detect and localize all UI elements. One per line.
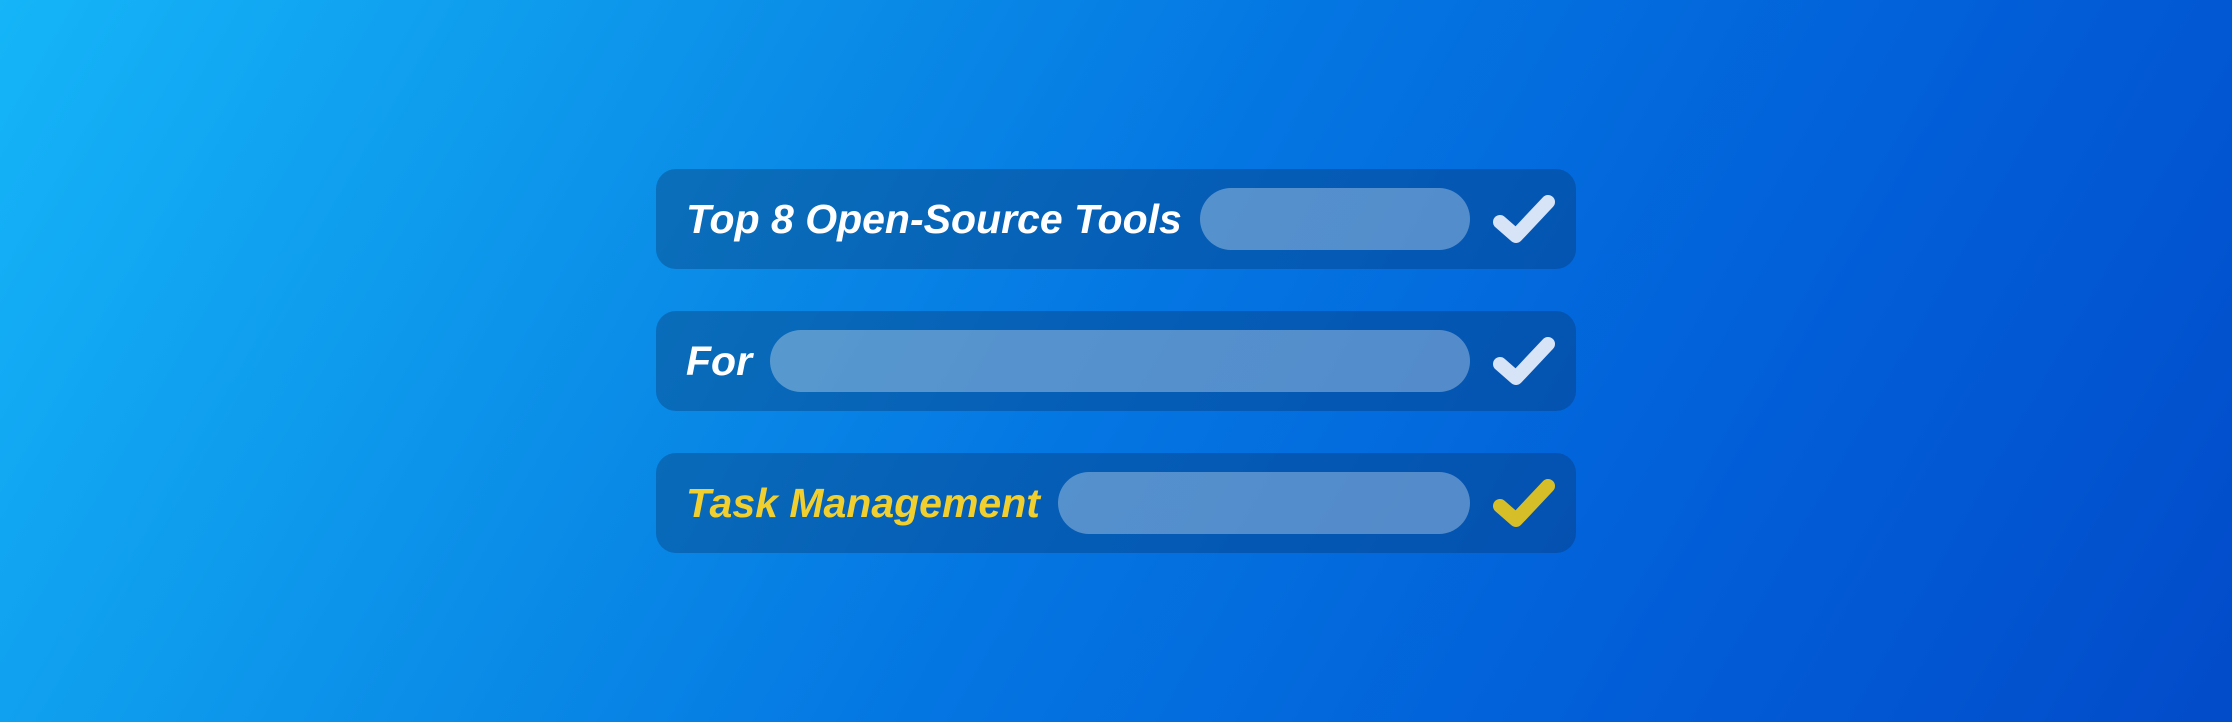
row-1-fill: [1200, 188, 1470, 250]
row-1-label: Top 8 Open-Source Tools: [686, 196, 1182, 243]
checkmark-icon: [1488, 184, 1558, 254]
checkmark-icon: [1488, 326, 1558, 396]
row-1: Top 8 Open-Source Tools: [656, 169, 1576, 269]
row-2-fill: [770, 330, 1470, 392]
row-3-fill: [1058, 472, 1470, 534]
row-3: Task Management: [656, 453, 1576, 553]
row-3-label: Task Management: [686, 480, 1040, 527]
checkmark-icon: [1488, 468, 1558, 538]
banner-card-stack: Top 8 Open-Source Tools For Task Managem…: [656, 169, 1576, 553]
row-2: For: [656, 311, 1576, 411]
row-2-label: For: [686, 338, 752, 385]
